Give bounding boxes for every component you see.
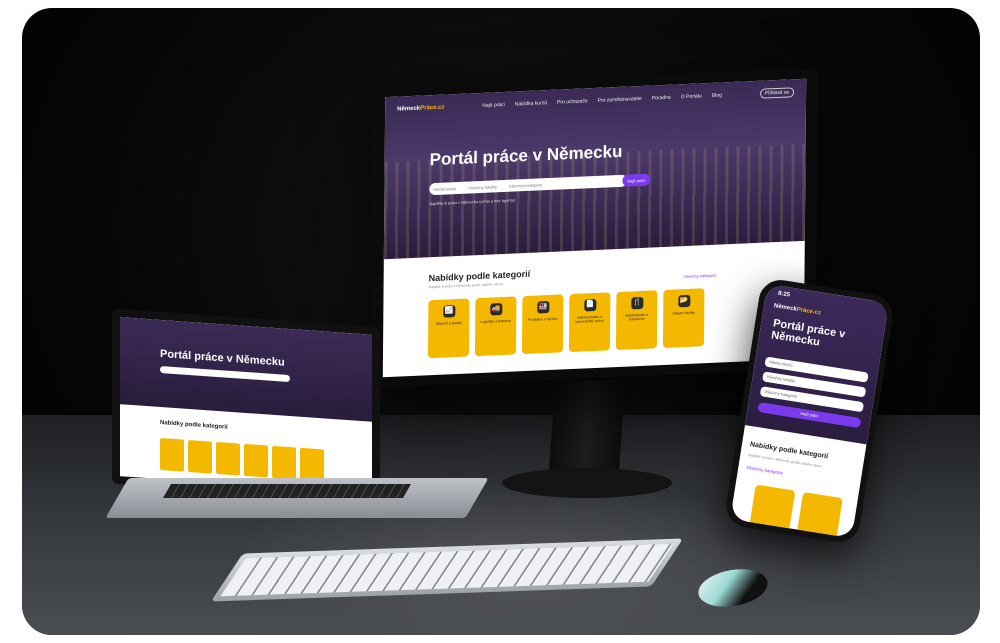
phone-category-cards bbox=[749, 484, 843, 538]
category-card[interactable] bbox=[300, 447, 324, 482]
category-card[interactable] bbox=[188, 439, 212, 474]
desktop-monitor: NěmeckPráce.cz Najít práci Nabídka kurzů… bbox=[370, 68, 819, 388]
nav-item[interactable]: Nabídka kurzů bbox=[515, 100, 547, 107]
category-card[interactable] bbox=[216, 441, 240, 476]
category-card[interactable]: 🚚 Logistika a doprava bbox=[474, 296, 517, 357]
nav-item[interactable]: Najít práci bbox=[482, 102, 505, 109]
category-card[interactable] bbox=[160, 437, 184, 472]
monitor-screen: NěmeckPráce.cz Najít práci Nabídka kurzů… bbox=[382, 78, 807, 378]
site-logo[interactable]: NěmeckPráce.cz bbox=[397, 105, 444, 113]
chart-icon: 📈 bbox=[442, 305, 455, 318]
category-card[interactable] bbox=[244, 443, 268, 478]
document-icon: 📄 bbox=[583, 298, 596, 312]
category-label: Gastronomie a hotelnictví bbox=[625, 312, 649, 322]
category-card[interactable]: 📄 Administrativa a kancelářské práce bbox=[568, 292, 611, 353]
laptop-hero bbox=[120, 317, 372, 423]
monitor-stand-base bbox=[502, 468, 672, 498]
nav-item[interactable]: Poradna bbox=[652, 95, 671, 102]
categories-subtitle: Najděte si práci v Německu podle vašeho … bbox=[428, 282, 503, 290]
login-button[interactable]: Přihlásit se bbox=[759, 87, 795, 99]
laptop: Portál práce v Německu Nabídky podle kat… bbox=[112, 308, 380, 503]
category-label: Produkce a výroba bbox=[528, 316, 558, 322]
category-card[interactable] bbox=[749, 484, 796, 531]
laptop-categories-title: Nabídky podle kategorií bbox=[160, 419, 228, 431]
laptop-screen: Portál práce v Německu Nabídky podle kat… bbox=[120, 317, 372, 494]
category-card[interactable] bbox=[796, 492, 843, 538]
search-button[interactable]: Najít práci bbox=[622, 173, 651, 187]
phone-all-categories-link[interactable]: Všechny kategorie bbox=[746, 465, 783, 476]
nav-item[interactable]: Pro zaměstnavatele bbox=[598, 96, 642, 104]
category-select[interactable]: Všechny kategorie bbox=[509, 182, 542, 188]
factory-icon: 🏭 bbox=[536, 300, 549, 314]
category-card[interactable]: 🍴 Gastronomie a hotelnictví bbox=[615, 290, 658, 351]
category-label: Logistika a doprava bbox=[480, 318, 511, 324]
category-card[interactable]: 🏭 Produkce a výroba bbox=[521, 294, 564, 355]
nav-item[interactable]: O Portálu bbox=[681, 93, 702, 100]
category-card[interactable] bbox=[272, 445, 296, 480]
device-mockup-scene: NěmeckPráce.cz Najít práci Nabídka kurzů… bbox=[22, 8, 980, 635]
category-label: Ostatní služby bbox=[672, 310, 695, 316]
all-categories-link[interactable]: Všechny kategorie bbox=[684, 273, 717, 279]
category-label: Administrativa a kancelářské práce bbox=[575, 314, 604, 324]
categories-title: Nabídky podle kategorií bbox=[428, 268, 531, 284]
monitor-stand bbox=[548, 380, 626, 475]
nav-item[interactable]: Blog bbox=[712, 92, 722, 98]
category-card[interactable]: 📂 Ostatní služby bbox=[662, 288, 705, 349]
nav-item[interactable]: Pro uchazeče bbox=[557, 98, 588, 105]
folder-icon: 📂 bbox=[677, 294, 690, 308]
location-select[interactable]: Všechny lokality bbox=[468, 184, 497, 190]
truck-icon: 🚚 bbox=[489, 303, 502, 316]
category-label: Obchod a prodej bbox=[435, 320, 462, 326]
category-card[interactable]: 📈 Obchod a prodej bbox=[427, 298, 470, 359]
laptop-category-cards bbox=[160, 437, 324, 482]
cutlery-icon: 🍴 bbox=[630, 296, 643, 310]
search-input[interactable]: Hledat pozici bbox=[433, 186, 456, 192]
category-cards: 📈 Obchod a prodej 🚚 Logistika a doprava 🏭 P… bbox=[427, 288, 705, 359]
laptop-keyboard bbox=[162, 484, 412, 498]
